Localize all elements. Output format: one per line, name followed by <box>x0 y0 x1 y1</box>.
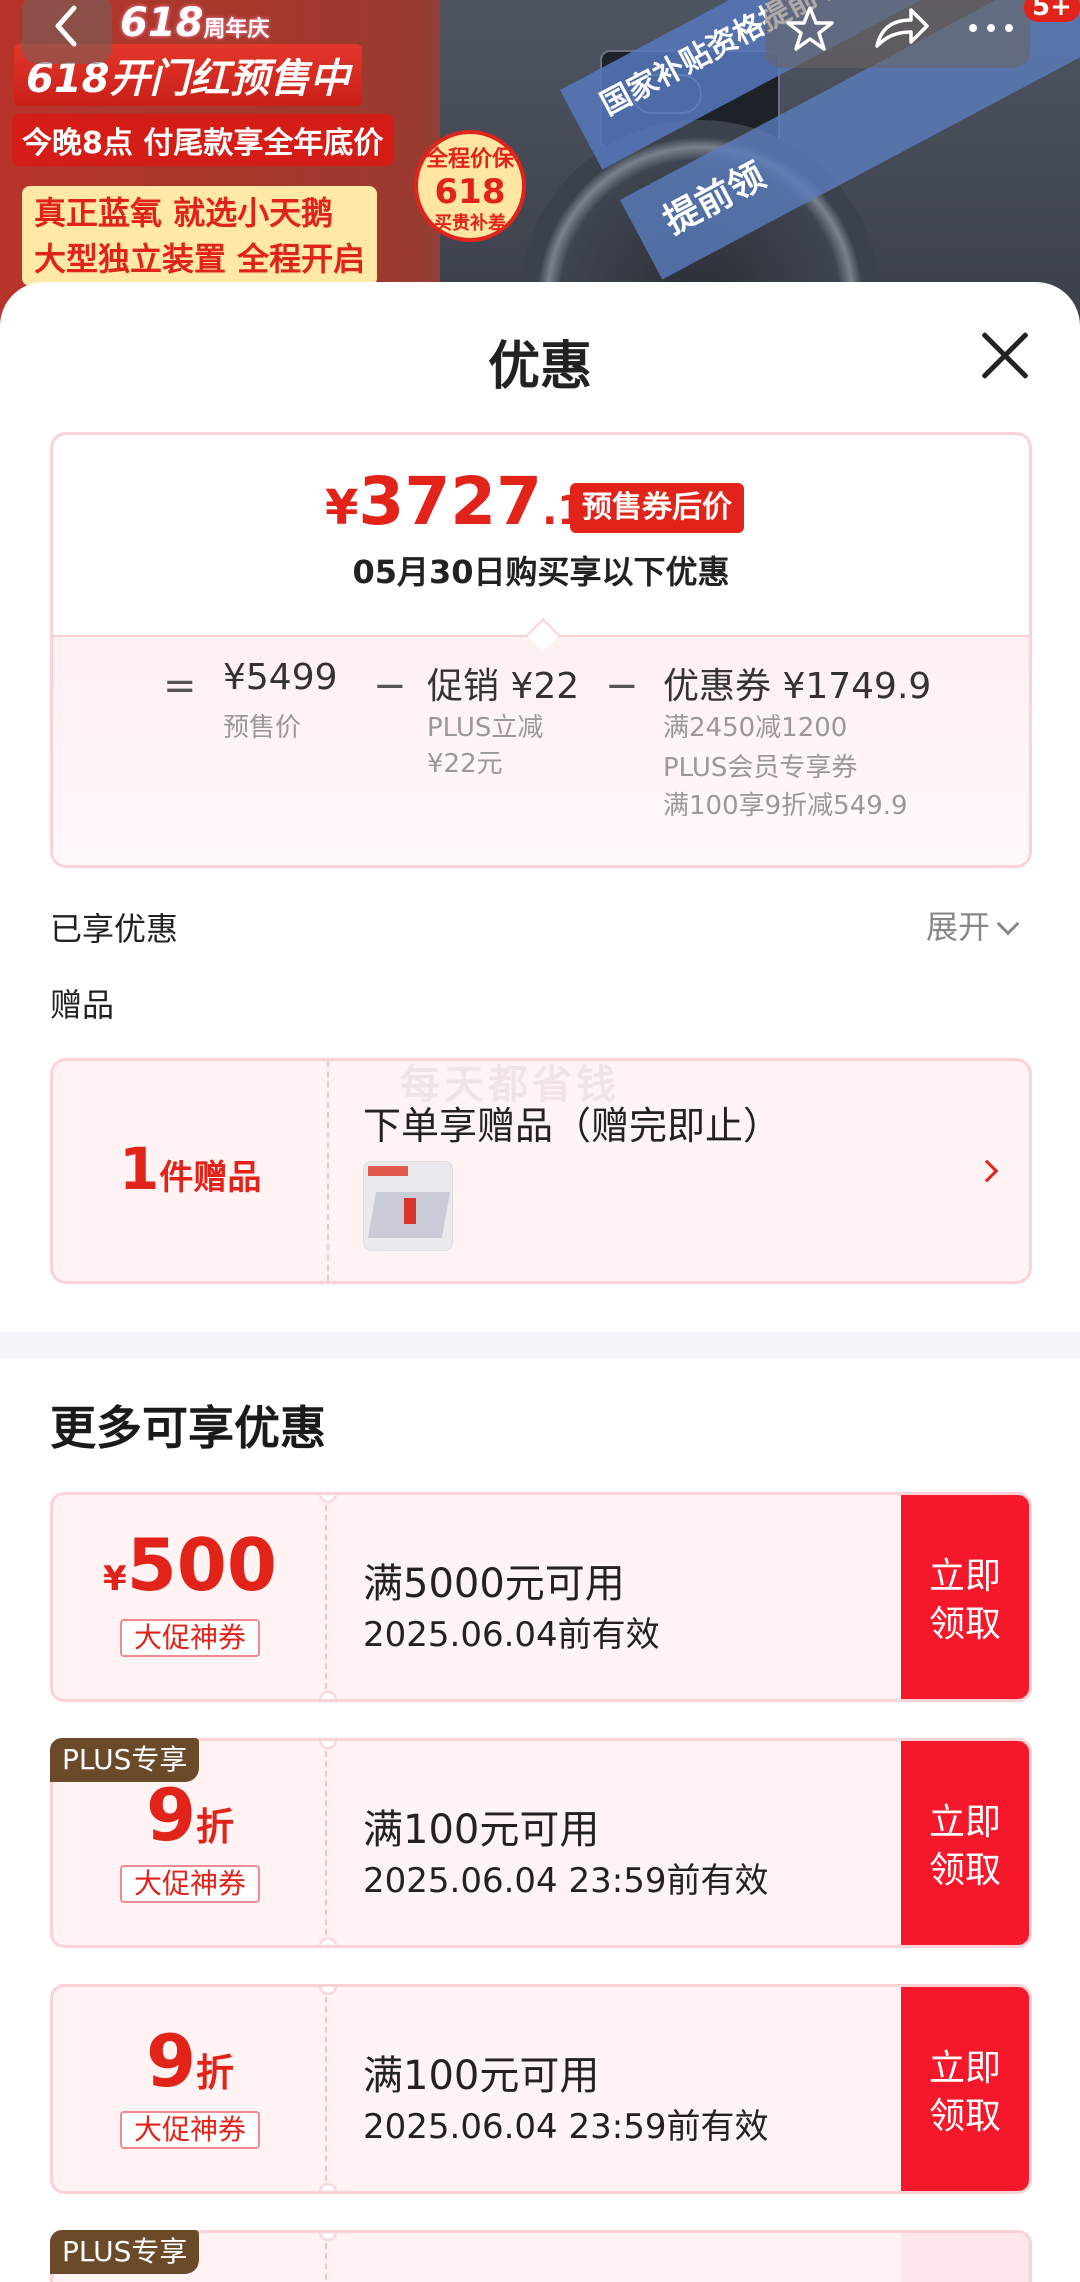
badge-line: 买贵补差 <box>434 213 506 234</box>
coupon-type-tag: 大促神券 <box>120 1619 260 1657</box>
expand-label: 展开 <box>926 908 991 946</box>
claim-button[interactable]: 立即 领取 <box>901 1987 1029 2191</box>
badge-line: 618 <box>434 172 506 212</box>
banner-subline: 今晚8点 付尾款享全年底价 <box>12 114 394 166</box>
anniversary-number: 618 <box>120 0 204 46</box>
chevron-right-icon <box>975 1159 999 1183</box>
coupon-amount: 9 <box>145 1773 197 1857</box>
coupon-validity: 2025.06.04 23:59前有效 <box>363 2107 769 2147</box>
coupon-condition: 满100元可用 <box>363 1807 600 1853</box>
coupon-prefix: ¥ <box>103 1559 127 1599</box>
claim-button[interactable]: 立即 领取 <box>901 1741 1029 1945</box>
product-banner: 国家补贴资格提前领 提前领 618周年庆 618开门红预售中 今晚8点 付尾款享… <box>0 0 1080 330</box>
coupon-condition: 满100元可用 <box>363 2053 600 2099</box>
coupon-sub: 满2450减1200 <box>663 713 848 743</box>
presale-coupon-price-tag: 预售券后价 <box>570 483 744 533</box>
claim-button[interactable] <box>901 2233 1029 2282</box>
coupon-condition: 满5000元可用 <box>363 1561 625 1607</box>
watermark: 每天都省钱 <box>400 1062 620 1108</box>
coupon-sub: 满100享9折减549.9 <box>663 791 908 821</box>
coupon-validity: 2025.06.04前有效 <box>363 1615 660 1655</box>
coupon-card: ¥500 大促神券 满5000元可用 2025.06.04前有效 立即领取 <box>50 1492 1032 1702</box>
more-icon[interactable] <box>961 0 1021 58</box>
enjoyed-label: 已享优惠 <box>50 910 179 948</box>
anniversary-sub: 周年庆 <box>203 17 270 42</box>
claim-label: 领取 <box>928 1604 1001 1645</box>
section-separator <box>0 1332 1080 1358</box>
coupon-main: 优惠券 ¥1749.9 <box>663 666 932 707</box>
plus-exclusive-tag: PLUS专享 <box>50 2230 200 2274</box>
gift-count-number: 1 <box>119 1135 160 1203</box>
purchase-date-line: 05月30日购买享以下优惠 <box>352 553 730 591</box>
top-action-group <box>765 0 1030 68</box>
coupon-type-tag: 大促神券 <box>120 2111 260 2149</box>
gift-count: 1件赠品 <box>119 1135 261 1203</box>
promo-sub: PLUS立减 <box>427 713 544 743</box>
coupon-card: 9折 大促神券 满100元可用 2025.06.04 23:59前有效 立即领取 <box>50 1984 1032 2194</box>
coupon-notch <box>319 2183 337 2191</box>
banner-features: 真正蓝氧 就选小天鹅 大型独立装置 全程开启 <box>22 186 378 286</box>
share-icon[interactable] <box>869 0 931 58</box>
price-integer: 3727 <box>358 463 543 540</box>
promo-main: 促销 ¥22 <box>427 666 580 707</box>
feature-line: 大型独立装置 全程开启 <box>34 240 366 278</box>
price-breakdown-card: ¥3727.1 预售券后价 05月30日购买享以下优惠 = ¥5499 预售价 … <box>50 432 1032 868</box>
coupon-amount: 500 <box>126 1523 277 1607</box>
back-button[interactable] <box>22 0 112 64</box>
gift-label: 赠品 <box>50 986 115 1024</box>
close-icon[interactable] <box>980 330 1030 380</box>
claim-label: 领取 <box>928 2096 1001 2137</box>
coupon-suffix: 折 <box>196 2051 235 2095</box>
discount-sheet: 优惠 ¥3727.1 预售券后价 05月30日购买享以下优惠 = ¥5499 预… <box>0 282 1080 2282</box>
minus-sign: − <box>373 663 407 709</box>
more-discounts-title: 更多可享优惠 <box>50 1401 326 1455</box>
feature-line: 真正蓝氧 就选小天鹅 <box>34 194 334 232</box>
coupon-notch <box>319 1691 337 1699</box>
coupon-amount: 9 <box>145 2019 197 2103</box>
claim-label: 立即 <box>928 1556 1001 1597</box>
coupon-sub: PLUS会员专享券 <box>663 753 858 783</box>
coupon-type-tag: 大促神券 <box>120 1865 260 1903</box>
coupon-value: ¥500 <box>53 1529 327 1601</box>
gift-thumbnail <box>363 1161 453 1251</box>
equals-sign: = <box>163 663 197 709</box>
chevron-down-icon <box>996 912 1020 936</box>
claim-label: 领取 <box>928 1850 1001 1891</box>
claim-label: 立即 <box>928 1802 1001 1843</box>
sheet-title: 优惠 <box>487 337 592 397</box>
yen-symbol: ¥ <box>325 480 359 536</box>
minus-sign: − <box>605 663 639 709</box>
coupon-suffix: 折 <box>196 1805 235 1849</box>
star-icon[interactable] <box>781 0 839 58</box>
presale-amount: ¥5499 <box>223 657 338 698</box>
back-arrow-icon <box>55 5 77 47</box>
gift-count-unit: 件赠品 <box>159 1158 262 1198</box>
badge-line: 全程价保 <box>425 147 514 172</box>
expand-button[interactable]: 展开 <box>926 902 1020 948</box>
coupon-notch <box>319 1937 337 1945</box>
price-protect-badge: 全程价保 618 买贵补差 <box>414 130 526 242</box>
message-count-badge: 5+ <box>1024 0 1080 22</box>
coupon-value: 9折 <box>53 2025 327 2097</box>
claim-button[interactable]: 立即 领取 <box>901 1495 1029 1699</box>
plus-exclusive-tag: PLUS专享 <box>50 1738 200 1782</box>
coupon-value: 9折 <box>53 1779 327 1851</box>
promo-sub: ¥22元 <box>427 749 503 779</box>
gift-divider <box>327 1061 329 1281</box>
final-price: ¥3727.1 <box>325 463 585 540</box>
claim-label: 立即 <box>928 2048 1001 2089</box>
coupon-validity: 2025.06.04 23:59前有效 <box>363 1861 769 1901</box>
presale-label: 预售价 <box>223 713 302 743</box>
